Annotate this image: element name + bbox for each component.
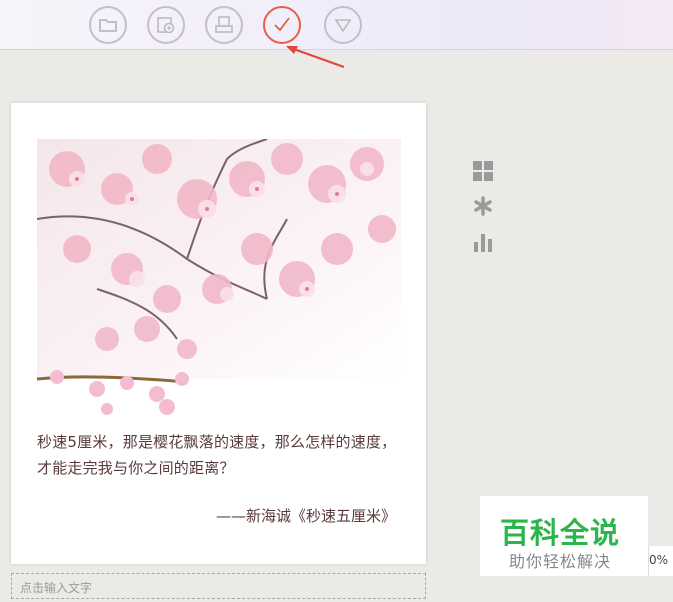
asterisk-icon[interactable] [473,196,494,216]
camera-film-icon [157,17,175,34]
postcard: 秒速5厘米，那是樱花飘落的速度，那么怎样的速度，才能走完我与你之间的距离？ ——… [11,103,426,564]
film-button[interactable] [147,6,185,44]
confirm-button[interactable] [263,6,301,44]
annotation-arrow [286,46,345,68]
watermark-subtitle: 助你轻松解决 [509,552,612,571]
open-folder-button[interactable] [89,6,127,44]
print-button[interactable] [205,6,243,44]
cherry-blossom-photo [37,139,401,415]
folder-icon [99,19,117,32]
caption-input[interactable]: 点击输入文字 [11,573,426,599]
bar-chart-icon[interactable] [473,232,494,252]
zoom-percent: 0% [648,546,673,576]
grid-icon[interactable] [473,161,494,181]
baike-watermark: 百科全说 助你轻松解决 [480,496,648,576]
quote-text: 秒速5厘米，那是樱花飘落的速度，那么怎样的速度，才能走完我与你之间的距离？ [37,433,397,477]
watermark-title: 百科全说 [500,516,621,550]
triangle-down-icon [334,19,352,33]
more-options-button[interactable] [324,6,362,44]
print-icon [215,16,233,33]
quote-source: ——新海诚《秒速五厘米》 [215,507,396,525]
check-icon [274,17,290,32]
